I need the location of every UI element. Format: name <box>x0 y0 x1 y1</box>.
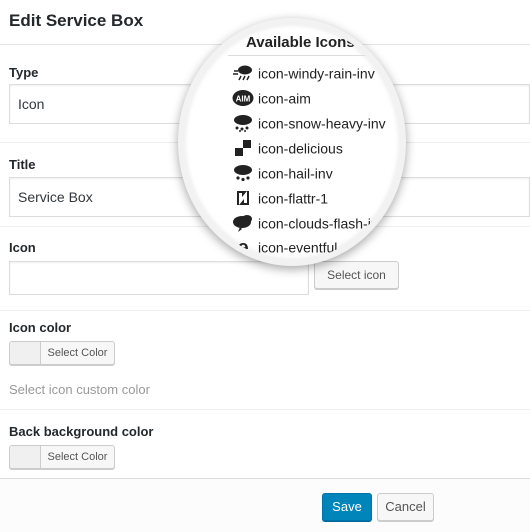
icon-option-name: icon-clouds-flash-inv <box>258 215 386 232</box>
icon-option[interactable]: icon-flattr-1 <box>232 189 328 209</box>
icon-option[interactable]: e icon-eventful <box>232 237 338 259</box>
eventful-icon: e <box>232 237 254 259</box>
icon-option-name: icon-flattr-1 <box>258 190 329 207</box>
icon-label: Icon <box>9 240 36 255</box>
windy-rain-icon <box>232 64 254 82</box>
save-button[interactable]: Save <box>322 493 372 521</box>
icon-option-name: icon-windy-rain-inv <box>258 65 375 82</box>
snow-heavy-icon <box>232 114 254 133</box>
cancel-button[interactable]: Cancel <box>377 493 434 521</box>
svg-text:e: e <box>237 238 248 256</box>
icon-option-name: icon-snow-heavy-inv <box>258 115 386 132</box>
available-icons-divider <box>228 55 400 56</box>
icon-color-button-label[interactable]: Select Color <box>41 342 114 364</box>
icon-option[interactable]: icon-snow-heavy-inv <box>232 114 386 134</box>
delicious-icon <box>232 139 254 157</box>
icon-option[interactable]: icon-hail-inv <box>232 164 333 184</box>
select-icon-button[interactable]: Select icon <box>314 261 399 289</box>
hail-icon <box>232 164 254 182</box>
icon-color-label: Icon color <box>9 320 72 335</box>
back-background-color-label: Back background color <box>9 424 154 439</box>
dialog-footer: Save Cancel <box>0 478 530 532</box>
back-background-color-button-label[interactable]: Select Color <box>41 446 114 468</box>
clouds-flash-icon <box>232 214 254 233</box>
icon-color-picker[interactable]: Select Color <box>9 341 115 365</box>
icon-option-name: icon-delicious <box>258 140 343 157</box>
field-divider <box>0 409 530 410</box>
icon-option[interactable]: icon-clouds-flash-inv <box>232 214 386 234</box>
icon-option[interactable]: icon-delicious <box>232 139 343 159</box>
back-background-color-swatch[interactable] <box>10 446 41 468</box>
field-divider <box>0 310 530 311</box>
aim-icon: AIM <box>232 89 254 107</box>
icon-color-swatch[interactable] <box>10 342 41 364</box>
back-background-color-picker[interactable]: Select Color <box>9 445 115 469</box>
icon-option-name: icon-eventful <box>258 239 338 256</box>
icon-option[interactable]: AIM icon-aim <box>232 89 311 109</box>
icon-option-name: icon-aim <box>258 90 311 107</box>
flattr-icon <box>232 189 254 207</box>
edit-service-box-dialog: Edit Service Box Type Icon Title Service… <box>0 0 530 532</box>
dialog-title: Edit Service Box <box>9 11 144 30</box>
type-label: Type <box>9 65 39 80</box>
icon-picker-magnifier: Available Icons icon-windy-rain-inv AIM … <box>178 18 406 266</box>
icon-color-hint: Select icon custom color <box>9 382 150 397</box>
icon-input[interactable] <box>9 261 309 295</box>
available-icons-title: Available Icons <box>246 34 355 51</box>
icon-option[interactable]: icon-windy-rain-inv <box>232 64 375 84</box>
icon-option-name: icon-hail-inv <box>258 165 333 182</box>
title-label: Title <box>9 157 36 172</box>
svg-text:AIM: AIM <box>236 95 251 104</box>
